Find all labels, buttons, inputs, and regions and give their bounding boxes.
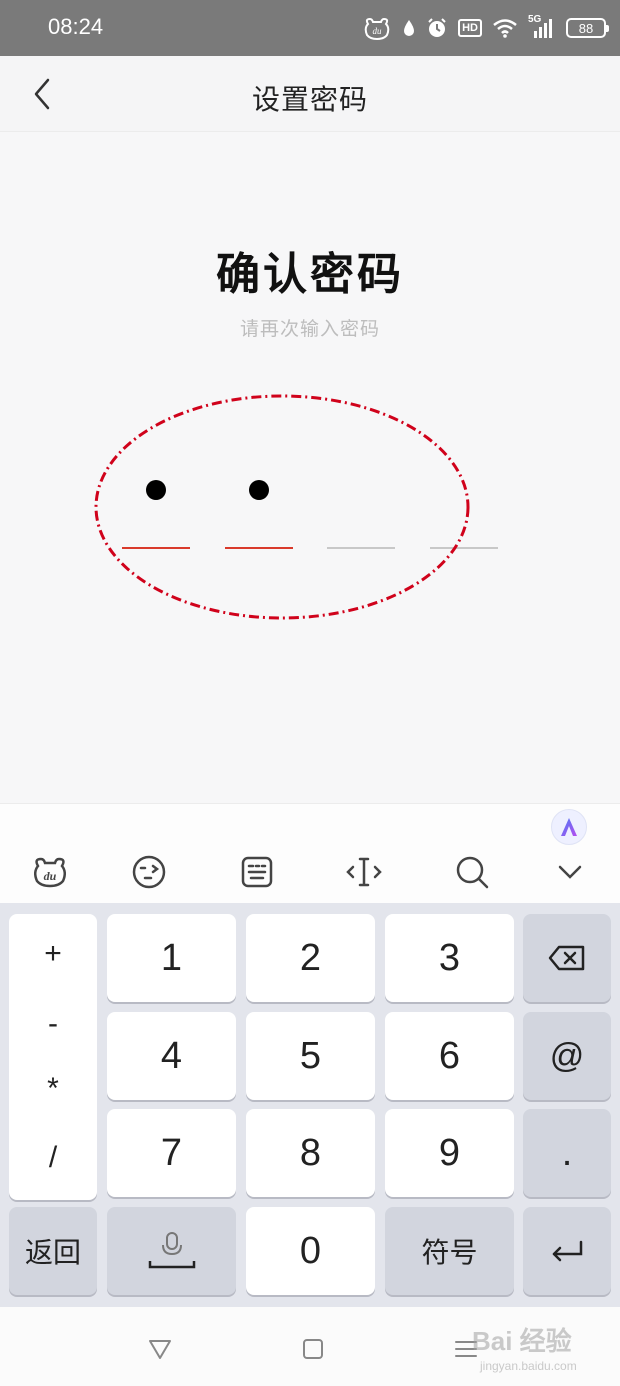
nav-bar: 设置密码 (0, 56, 620, 132)
battery-icon: 88 (566, 18, 609, 38)
key-slash[interactable]: / (9, 1128, 97, 1188)
pin-digit-3[interactable] (327, 470, 395, 550)
page-title: 设置密码 (251, 83, 368, 116)
cursor-move-icon[interactable] (344, 852, 384, 892)
space-key[interactable] (107, 1207, 236, 1295)
enter-icon (552, 1240, 583, 1262)
key-5[interactable]: 5 (246, 1012, 375, 1100)
pin-underline (122, 547, 190, 549)
hd-icon: HD (458, 19, 482, 37)
key-dot[interactable]: . (523, 1109, 611, 1197)
assistant-a-icon[interactable] (551, 809, 587, 845)
symbols-key[interactable]: 符号 (385, 1207, 514, 1295)
pin-digit-2[interactable] (225, 470, 293, 550)
alarm-icon (426, 17, 448, 39)
back-key[interactable]: 返回 (9, 1207, 97, 1295)
confirm-password-hint: 请再次输入密码 (239, 318, 380, 340)
du-keyboard-icon: du (362, 15, 392, 41)
key-7[interactable]: 7 (107, 1109, 236, 1197)
collapse-chevron-icon[interactable] (550, 852, 590, 892)
enter-key[interactable] (523, 1207, 611, 1295)
search-icon[interactable] (452, 852, 492, 892)
emoji-icon[interactable] (129, 852, 169, 892)
key-8[interactable]: 8 (246, 1109, 375, 1197)
backspace-icon (548, 945, 585, 971)
confirm-password-heading: 确认密码 (216, 249, 404, 300)
key-at[interactable]: @ (523, 1012, 611, 1100)
pin-digit-1[interactable] (122, 470, 190, 550)
pin-digit-4[interactable] (430, 470, 498, 550)
key-2[interactable]: 2 (246, 914, 375, 1002)
pin-underline (430, 547, 498, 549)
pin-dot (249, 480, 269, 500)
watermark: Bai 经验 (472, 1326, 572, 1356)
wifi-icon (492, 18, 518, 38)
signal-icon: 5G (528, 14, 556, 39)
key-plus[interactable]: + (9, 924, 97, 984)
watermark-url: jingyan.baidu.com (480, 1359, 577, 1373)
keyboard-layout-icon[interactable] (237, 852, 277, 892)
key-1[interactable]: 1 (107, 914, 236, 1002)
svg-text:du: du (373, 26, 383, 36)
key-9[interactable]: 9 (385, 1109, 514, 1197)
key-minus[interactable]: - (9, 994, 97, 1054)
mic-space-icon (148, 1232, 195, 1269)
pin-underline (327, 547, 395, 549)
numeric-keypad: + - * / 1 2 3 4 5 6 @ 7 8 9 . 返回 0 符号 (0, 903, 620, 1307)
key-4[interactable]: 4 (107, 1012, 236, 1100)
pin-underline (225, 547, 293, 549)
svg-text:du: du (44, 869, 57, 883)
du-logo-icon[interactable]: du (30, 852, 70, 892)
water-drop-icon (402, 18, 416, 38)
system-nav-bar: Bai 经验 jingyan.baidu.com (0, 1307, 620, 1386)
home-square-icon[interactable] (293, 1331, 333, 1367)
key-6[interactable]: 6 (385, 1012, 514, 1100)
key-asterisk[interactable]: * (9, 1059, 97, 1119)
symbol-column: + - * / (9, 914, 97, 1200)
key-0[interactable]: 0 (246, 1207, 375, 1295)
status-time: 08:24 (48, 14, 104, 39)
backspace-button[interactable] (523, 914, 611, 1002)
status-bar: 08:24 du HD 5G 88 (0, 0, 620, 56)
back-triangle-icon[interactable] (140, 1331, 180, 1367)
pin-dot (146, 480, 166, 500)
key-3[interactable]: 3 (385, 914, 514, 1002)
keyboard-toolbar: du (0, 803, 620, 903)
status-icons: du HD 5G 88 (362, 12, 609, 44)
